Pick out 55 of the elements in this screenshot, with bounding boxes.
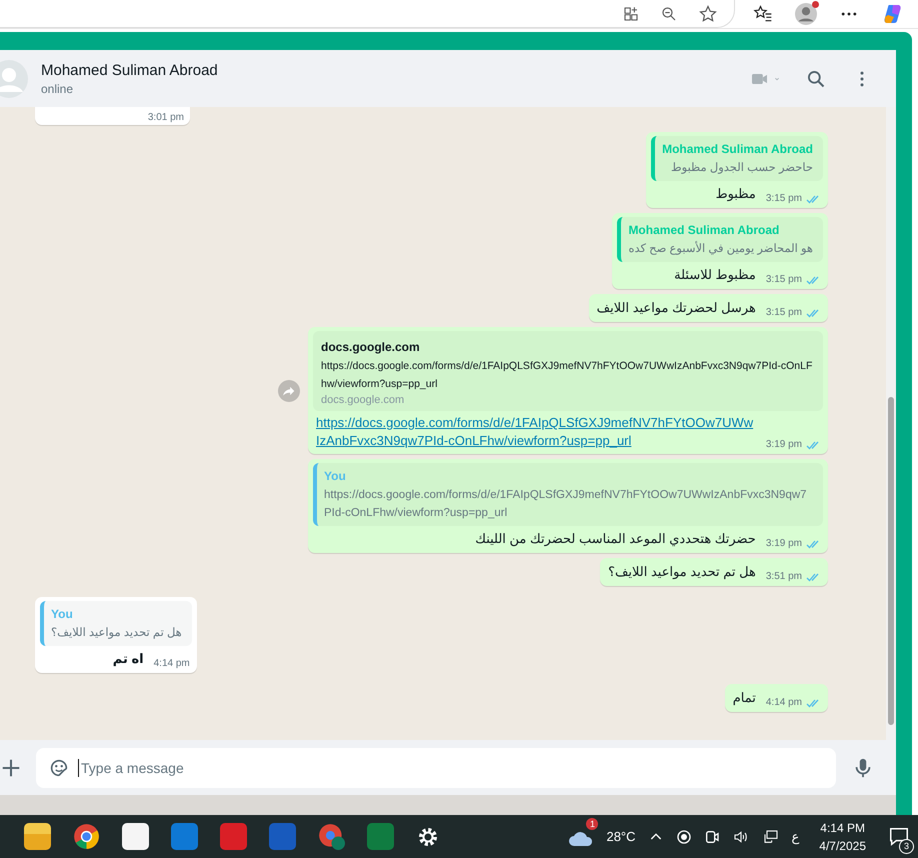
message-time: 3:51 pm [766,571,802,582]
link-preview[interactable]: docs.google.com https://docs.google.com/forms/d/e/1FAIpQLSfGXJ9mefNV7hFYtOOw7UWwIzAnbFvxc3N9qw7PId-cOnLFhw/viewform?usp=pp_url docs.google.com [313,331,823,411]
message-text: هرسل لحضرتك مواعيد اللايف [596,299,756,318]
record-icon[interactable] [676,828,692,844]
message-time: 3:15 pm [766,274,802,285]
zoom-out-icon[interactable] [660,4,678,22]
contact-name[interactable]: Mohamed Suliman Abroad [41,62,744,78]
message-text: مظبوط [714,185,756,204]
camera-icon[interactable] [704,828,720,844]
notification-icon[interactable] [888,826,910,848]
taskbar-clock[interactable]: 4:14 PM 4/7/2025 [819,820,866,852]
quote-author: Mohamed Suliman Abroad [628,222,780,238]
message-text: اه تم [112,650,144,668]
profile-avatar[interactable] [795,3,817,25]
speaker-icon[interactable] [732,828,750,844]
cloud-app-icon[interactable] [220,823,247,850]
notification-count: 3 [899,838,914,854]
quote-author: Mohamed Suliman Abroad [662,141,813,157]
mail-app-icon[interactable] [171,823,198,850]
star-icon[interactable] [698,4,718,24]
contact-status: online [41,82,74,96]
weather-badge: 1 [586,818,598,830]
message-time: 3:01 pm [148,112,184,123]
message-time: 3:19 pm [766,538,802,549]
preview-url: https://docs.google.com/forms/d/e/1FAIpQLSfGXJ9mefNV7hFYtOOw7UWwIzAnbFvxc3N9qw7PId-cOnLFhw/viewform?usp=pp_url [321,359,814,392]
quote-text: https://docs.google.com/forms/d/e/1FAIpQLSfGXJ9mefNV7hFYtOOw7UWwIzAnbFvxc3N9qw7PId-cOnLFhw/viewform?usp=pp_url [324,488,808,521]
preview-domain: docs.google.com [321,394,406,406]
message-text: تمام [732,689,756,708]
add-tab-icon[interactable] [622,4,640,22]
message-text: مظبوط للاسئلة [673,266,756,284]
store-app-icon[interactable] [122,823,149,850]
message-field[interactable]: Type a message [36,748,836,788]
quote-author: You [324,468,347,484]
input-language[interactable]: ع [792,828,800,844]
network-icon[interactable] [762,828,780,844]
message-link[interactable]: https://docs.google.com/forms/d/e/1FAIpQLSfGXJ9mefNV7hFYtOOw7UWwIzAnbFvxc3N9qw7PId-cOnLFhw/viewform?usp=pp_url [316,414,756,450]
search-icon[interactable] [806,68,826,88]
message-time: 3:15 pm [766,193,802,204]
preview-title: docs.google.com [321,339,421,356]
message-text: هل تم تحديد مواعيد اللايف؟ [608,563,756,582]
message-time: 3:19 pm [766,439,802,450]
folder-app-icon[interactable] [24,823,51,850]
favorites-icon[interactable] [753,4,773,24]
quote-text: حاحضر حسب الجدول مظبوط [670,161,813,176]
message-time: 3:15 pm [766,307,802,318]
message-time: 4:14 pm [154,658,190,669]
quote-text: هل تم تحديد مواعيد اللايف؟ [51,626,182,641]
quote-text: هو المحاضر يومين في الأسبوع صح كده [628,240,813,257]
spreadsheet-app-icon[interactable] [367,823,394,850]
quote-author: You [51,606,74,622]
temperature[interactable]: 28°C [606,829,636,844]
message-time: 4:14 pm [766,697,802,708]
quoted-message[interactable]: You https://docs.google.com/forms/d/e/1FAIpQLSfGXJ9mefNV7hFYtOOw7UWwIzAnbFvxc3N9qw7PId-cOnLFhw/viewform?usp=pp_url [313,463,823,526]
scrollbar[interactable] [886,107,896,740]
message-text: حضرتك هتحددي الموعد المناسب لحضرتك من اللينك [474,530,756,548]
